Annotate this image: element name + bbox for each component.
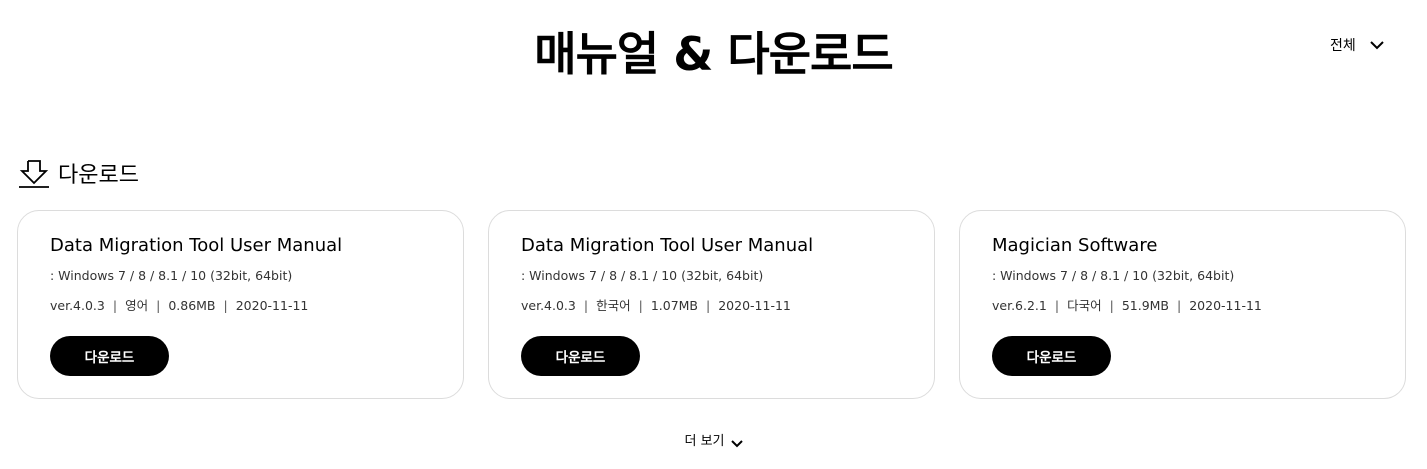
meta-separator: | [706,298,711,313]
download-card: Data Migration Tool User Manual : Window… [488,210,935,399]
card-date: 2020-11-11 [718,298,791,313]
card-version: ver.4.0.3 [521,298,576,313]
meta-separator: | [1054,298,1060,313]
download-card: Data Migration Tool User Manual : Window… [17,210,464,399]
card-meta: ver.4.0.3 | 영어 | 0.86MB | 2020-11-11 [50,297,431,315]
load-more-label: 더 보기 [684,434,725,449]
card-date: 2020-11-11 [1189,298,1262,313]
download-icon [18,158,50,194]
page-title: 매뉴얼 & 다운로드 [534,27,893,81]
download-button[interactable]: 다운로드 [992,336,1111,376]
card-language: 영어 [125,298,149,313]
card-date: 2020-11-11 [235,298,309,313]
download-card: Magician Software : Windows 7 / 8 / 8.1 … [959,210,1406,399]
download-button[interactable]: 다운로드 [521,336,640,376]
card-title: Data Migration Tool User Manual [50,235,343,256]
meta-separator: | [1177,298,1182,313]
card-meta: ver.4.0.3 | 한국어 | 1.07MB | 2020-11-11 [521,297,902,315]
meta-separator: | [583,298,589,313]
load-more-button[interactable]: 더 보기 [0,432,1427,452]
card-language: 한국어 [596,298,631,313]
section-header: 다운로드 [18,160,139,192]
card-os-support: : Windows 7 / 8 / 8.1 / 10 (32bit, 64bit… [50,268,293,283]
card-file-size: 0.86MB [168,298,216,313]
filter-selected-label: 전체 [1330,38,1356,54]
meta-separator: | [156,298,161,313]
download-button[interactable]: 다운로드 [50,336,169,376]
card-meta: ver.6.2.1 | 다국어 | 51.9MB | 2020-11-11 [992,297,1373,315]
chevron-down-icon [1370,40,1384,50]
card-file-size: 1.07MB [650,298,699,313]
meta-separator: | [223,298,228,313]
category-filter-dropdown[interactable]: 전체 [1330,34,1410,56]
meta-separator: | [638,298,643,313]
card-title: Magician Software [992,235,1158,256]
card-file-size: 51.9MB [1121,298,1170,313]
meta-separator: | [112,298,118,313]
section-title: 다운로드 [58,163,139,188]
card-os-support: : Windows 7 / 8 / 8.1 / 10 (32bit, 64bit… [521,268,764,283]
card-version: ver.4.0.3 [50,298,105,313]
card-language: 다국어 [1067,298,1102,313]
card-title: Data Migration Tool User Manual [521,235,814,256]
chevron-down-icon [730,433,743,452]
download-card-list: Data Migration Tool User Manual : Window… [17,210,1408,399]
card-version: ver.6.2.1 [992,298,1047,313]
card-os-support: : Windows 7 / 8 / 8.1 / 10 (32bit, 64bit… [992,268,1235,283]
meta-separator: | [1109,298,1114,313]
